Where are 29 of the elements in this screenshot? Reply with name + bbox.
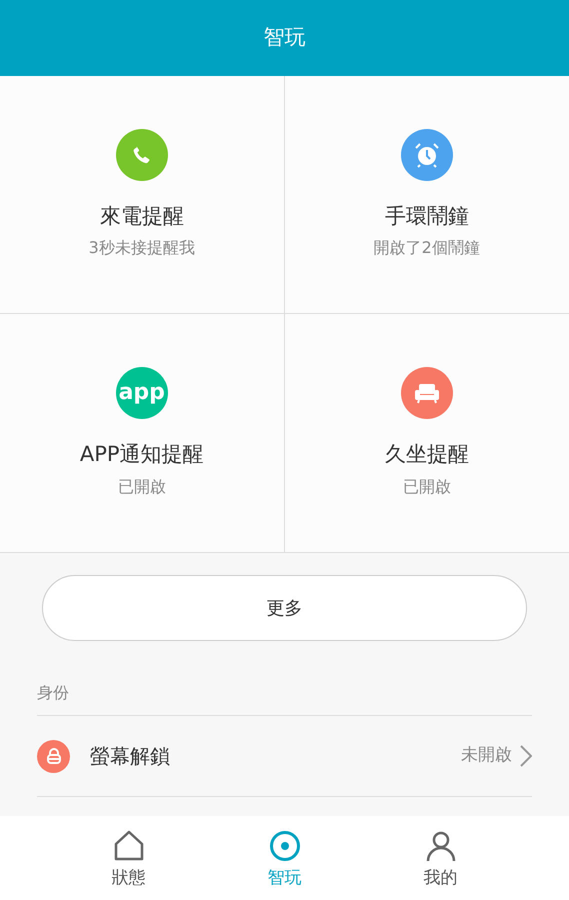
tab-item[interactable]: 我的 <box>406 816 476 900</box>
lock-icon <box>37 740 70 772</box>
target-icon <box>268 830 300 862</box>
home-icon <box>112 830 144 862</box>
person-icon <box>424 830 456 862</box>
chevron-right-icon <box>520 745 532 767</box>
tile-subtitle: 已開啟 <box>118 476 166 498</box>
row-value: 未開啟 <box>461 744 512 768</box>
tab-label: 智玩 <box>268 867 302 890</box>
tab-label: 狀態 <box>112 867 146 890</box>
section-label: 身份 <box>37 681 532 716</box>
feature-tile[interactable]: 久坐提醒 已開啟 <box>284 314 569 552</box>
more-button[interactable]: 更多 <box>42 575 527 641</box>
tile-title: 來電提醒 <box>100 202 184 230</box>
settings-row[interactable]: 螢幕解鎖 未開啟 <box>37 716 532 797</box>
tile-title: APP通知提醒 <box>80 441 204 468</box>
tab-item[interactable]: 狀態 <box>94 816 164 900</box>
header-title: 智玩 <box>264 24 306 52</box>
feature-tile[interactable]: 手環鬧鐘 開啟了2個鬧鐘 <box>284 76 569 314</box>
feature-tile[interactable]: 來電提醒 3秒未接提醒我 <box>0 76 284 314</box>
tile-subtitle: 3秒未接提醒我 <box>88 237 195 260</box>
row-title: 螢幕解鎖 <box>90 743 170 770</box>
tile-title: 手環鬧鐘 <box>384 202 469 230</box>
tile-subtitle: 已開啟 <box>402 476 451 498</box>
app-icon: app <box>116 367 168 420</box>
tab-label: 我的 <box>424 867 458 890</box>
tile-subtitle: 開啟了2個鬧鐘 <box>374 237 480 260</box>
feature-tile[interactable]: app APP通知提醒 已開啟 <box>0 314 284 552</box>
tile-title: 久坐提醒 <box>384 441 469 468</box>
